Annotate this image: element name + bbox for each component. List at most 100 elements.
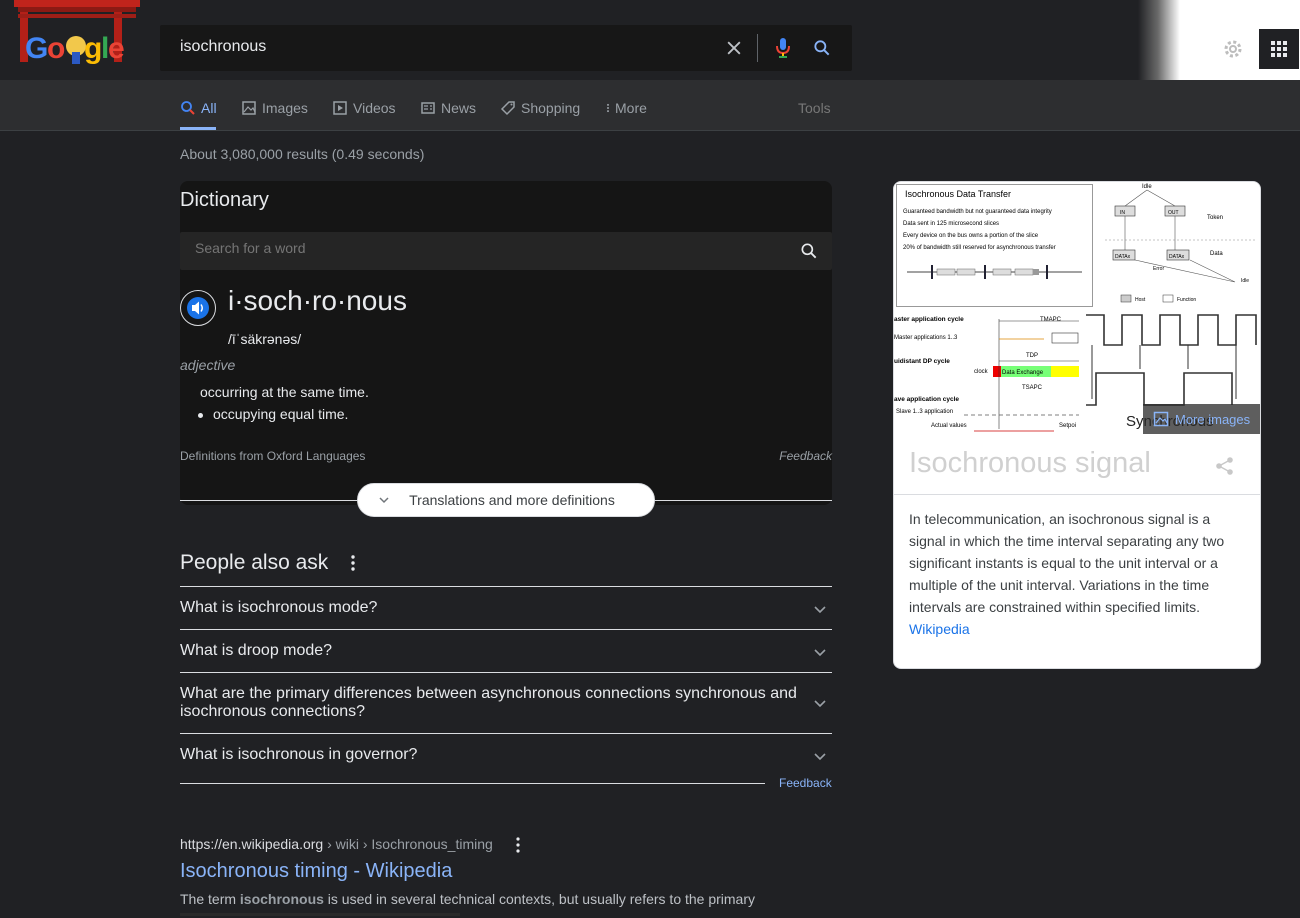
description-text: In telecommunication, an isochronous sig… — [909, 511, 1225, 615]
more-vertical-icon[interactable] — [346, 553, 360, 573]
search-icon[interactable] — [812, 38, 832, 58]
more-vertical-icon[interactable] — [511, 836, 525, 854]
paa-question-row[interactable]: What is isochronous mode? — [180, 586, 832, 629]
image-bullet: Guaranteed bandwidth but not guaranteed … — [903, 209, 1052, 215]
diagram-label: uidistant DP cycle — [894, 358, 950, 365]
snippet-text: The term — [180, 891, 240, 907]
chevron-down-icon — [814, 753, 826, 761]
chevron-down-icon — [814, 700, 826, 708]
tab-label: Images — [262, 100, 308, 116]
diagram-label: Actual values — [931, 423, 967, 429]
diagram-label: Master applications 1..3 — [894, 335, 958, 341]
image-icon — [242, 101, 256, 115]
result-stats-bar: About 3,080,000 results (0.49 seconds) — [0, 132, 1300, 174]
tab-label: All — [201, 100, 217, 116]
share-icon[interactable] — [1214, 455, 1236, 477]
diagram-label: Data — [1210, 251, 1223, 257]
headword: i·soch·ro·nous — [228, 285, 407, 316]
search-input[interactable]: isochronous — [180, 38, 266, 56]
divider — [894, 494, 1260, 495]
snippet-overflow — [180, 913, 460, 916]
search-tabs-bar: All Images Videos News Shopping More Too… — [0, 80, 1300, 131]
divider — [757, 34, 758, 62]
diagram-label: Host — [1135, 297, 1146, 303]
dictionary-source[interactable]: Definitions from Oxford Languages — [180, 449, 365, 463]
search-icon[interactable] — [799, 241, 819, 261]
diagram-label: Setpoi — [1059, 423, 1076, 429]
snippet-highlight: isochronous — [239, 891, 324, 907]
chevron-down-icon — [379, 497, 389, 504]
chevron-down-icon — [814, 649, 826, 657]
more-images-label: More images — [1175, 411, 1251, 427]
diagram-label: Idle — [1142, 184, 1152, 190]
tab-all[interactable]: All — [180, 100, 217, 116]
tab-shopping[interactable]: Shopping — [500, 100, 580, 116]
tab-news[interactable]: News — [420, 100, 476, 116]
result-stats: About 3,080,000 results (0.49 seconds) — [180, 146, 425, 162]
word-search-box[interactable] — [180, 232, 832, 270]
gear-icon[interactable] — [1221, 37, 1245, 61]
pronunciation-speaker-button[interactable] — [180, 290, 216, 326]
dictionary-card: Dictionary i·soch·ro·nous /īˈsäkrənəs/ a… — [180, 181, 832, 517]
people-also-ask-heading: People also ask — [180, 551, 329, 574]
apps-grid-icon[interactable] — [1259, 29, 1299, 69]
tag-icon — [500, 101, 515, 116]
paa-question-row[interactable]: What is isochronous in governor? — [180, 733, 832, 776]
more-definitions-button[interactable]: Translations and more definitions — [357, 483, 655, 517]
knowledge-image[interactable]: Isochronous Data Transfer Guaranteed ban… — [896, 184, 1093, 307]
knowledge-panel: Isochronous Data Transfer Guaranteed ban… — [893, 181, 1261, 669]
knowledge-image[interactable]: Idle IN OUT Token DATAx DATAx Data Error… — [1095, 182, 1260, 308]
svg-text:e: e — [108, 32, 125, 65]
paa-question: What is droop mode? — [180, 642, 333, 659]
image-bullet: Data sent in 125 microsecond slices — [903, 221, 999, 227]
dictionary-heading: Dictionary — [180, 189, 269, 211]
result-domain: https://en.wikipedia.org — [180, 836, 324, 852]
image-bullet: Every device on the bus owns a portion o… — [903, 233, 1039, 239]
tab-more[interactable]: More — [603, 100, 647, 116]
diagram-label: IN — [1120, 210, 1125, 216]
divider — [180, 783, 765, 784]
tools-button[interactable]: Tools — [798, 100, 831, 116]
image-icon — [1153, 411, 1169, 427]
knowledge-image[interactable]: aster application cycle Master applicati… — [894, 309, 1082, 435]
search-icon — [181, 101, 195, 115]
word-search-input[interactable] — [195, 240, 755, 256]
tab-videos[interactable]: Videos — [332, 100, 396, 116]
diagram-label: Data Exchange — [1002, 370, 1044, 376]
diagram-label: TMAPC — [1040, 317, 1062, 323]
tab-images[interactable]: Images — [241, 100, 308, 116]
svg-text:g: g — [84, 32, 102, 65]
chevron-down-icon — [814, 606, 826, 614]
google-doodle-logo[interactable]: G o g l e — [14, 0, 140, 72]
snippet-text: is used in several technical contexts, b… — [323, 891, 756, 907]
wikipedia-link[interactable]: Wikipedia — [909, 621, 970, 637]
paa-question-row[interactable]: What is droop mode? — [180, 629, 832, 672]
diagram-label: DATAx — [1169, 254, 1185, 260]
knowledge-title: Isochronous signal — [909, 447, 1151, 479]
paa-question-row[interactable]: What are the primary differences between… — [180, 672, 832, 733]
result-snippet: The term isochronous is used in several … — [180, 891, 755, 907]
diagram-label: DATAx — [1115, 254, 1131, 260]
news-icon — [421, 102, 435, 114]
diagram-label: Error — [1153, 266, 1164, 272]
definition: occurring at the same time. — [200, 384, 369, 400]
search-box[interactable]: isochronous — [160, 25, 852, 71]
diagram-label: Function — [1177, 297, 1196, 303]
microphone-icon[interactable] — [774, 37, 792, 59]
tab-label: Shopping — [521, 100, 581, 116]
result-url[interactable]: https://en.wikipedia.org › wiki › Isochr… — [180, 836, 493, 852]
part-of-speech: adjective — [180, 357, 236, 373]
dictionary-feedback-link[interactable]: Feedback — [779, 449, 832, 463]
tab-label: More — [615, 100, 647, 116]
video-icon — [333, 101, 347, 115]
diagram-label: Slave 1..3 application — [896, 409, 953, 415]
speaker-icon — [187, 297, 209, 319]
diagram-label: OUT — [1168, 210, 1179, 216]
close-icon[interactable] — [724, 38, 744, 58]
diagram-label: TSAPC — [1022, 385, 1043, 391]
result-title-link[interactable]: Isochronous timing - Wikipedia — [180, 860, 452, 883]
more-images-button[interactable]: More images — [1143, 404, 1260, 434]
paa-feedback-link[interactable]: Feedback — [779, 776, 832, 790]
definition: occupying equal time. — [197, 406, 348, 422]
diagram-label: aster application cycle — [894, 316, 964, 323]
